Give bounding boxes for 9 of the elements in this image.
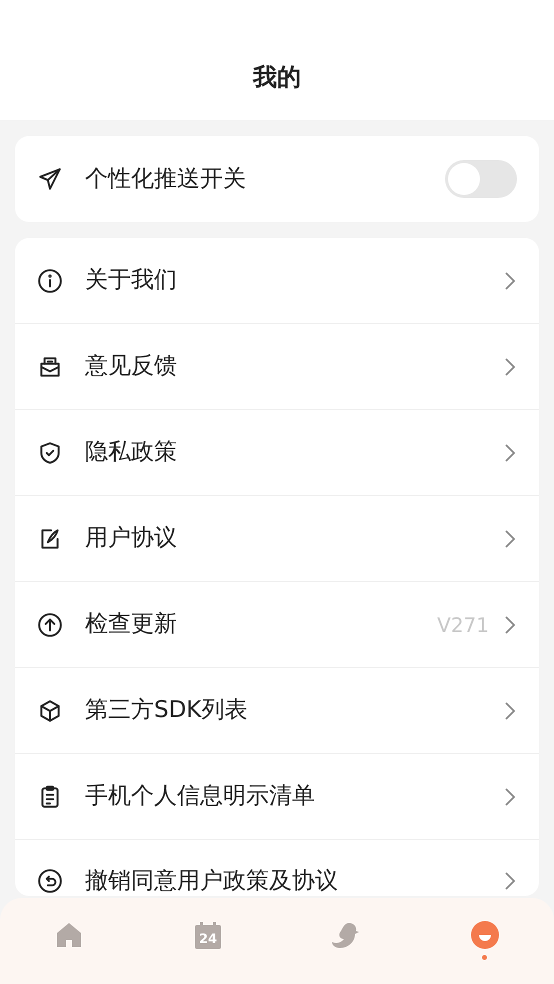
menu-item[interactable]: 隐私政策 <box>15 410 539 496</box>
menu-item[interactable]: 意见反馈 <box>15 324 539 410</box>
menu-item[interactable]: 手机个人信息明示清单 <box>15 754 539 840</box>
menu-item[interactable]: 撤销同意用户政策及协议 <box>15 840 539 896</box>
menu-item[interactable]: 用户协议 <box>15 496 539 582</box>
page-title: 我的 <box>253 62 301 93</box>
menu-item[interactable]: 第三方SDK列表 <box>15 668 539 754</box>
push-setting-label: 个性化推送开关 <box>85 164 247 194</box>
menu-item[interactable]: 关于我们 <box>15 238 539 324</box>
